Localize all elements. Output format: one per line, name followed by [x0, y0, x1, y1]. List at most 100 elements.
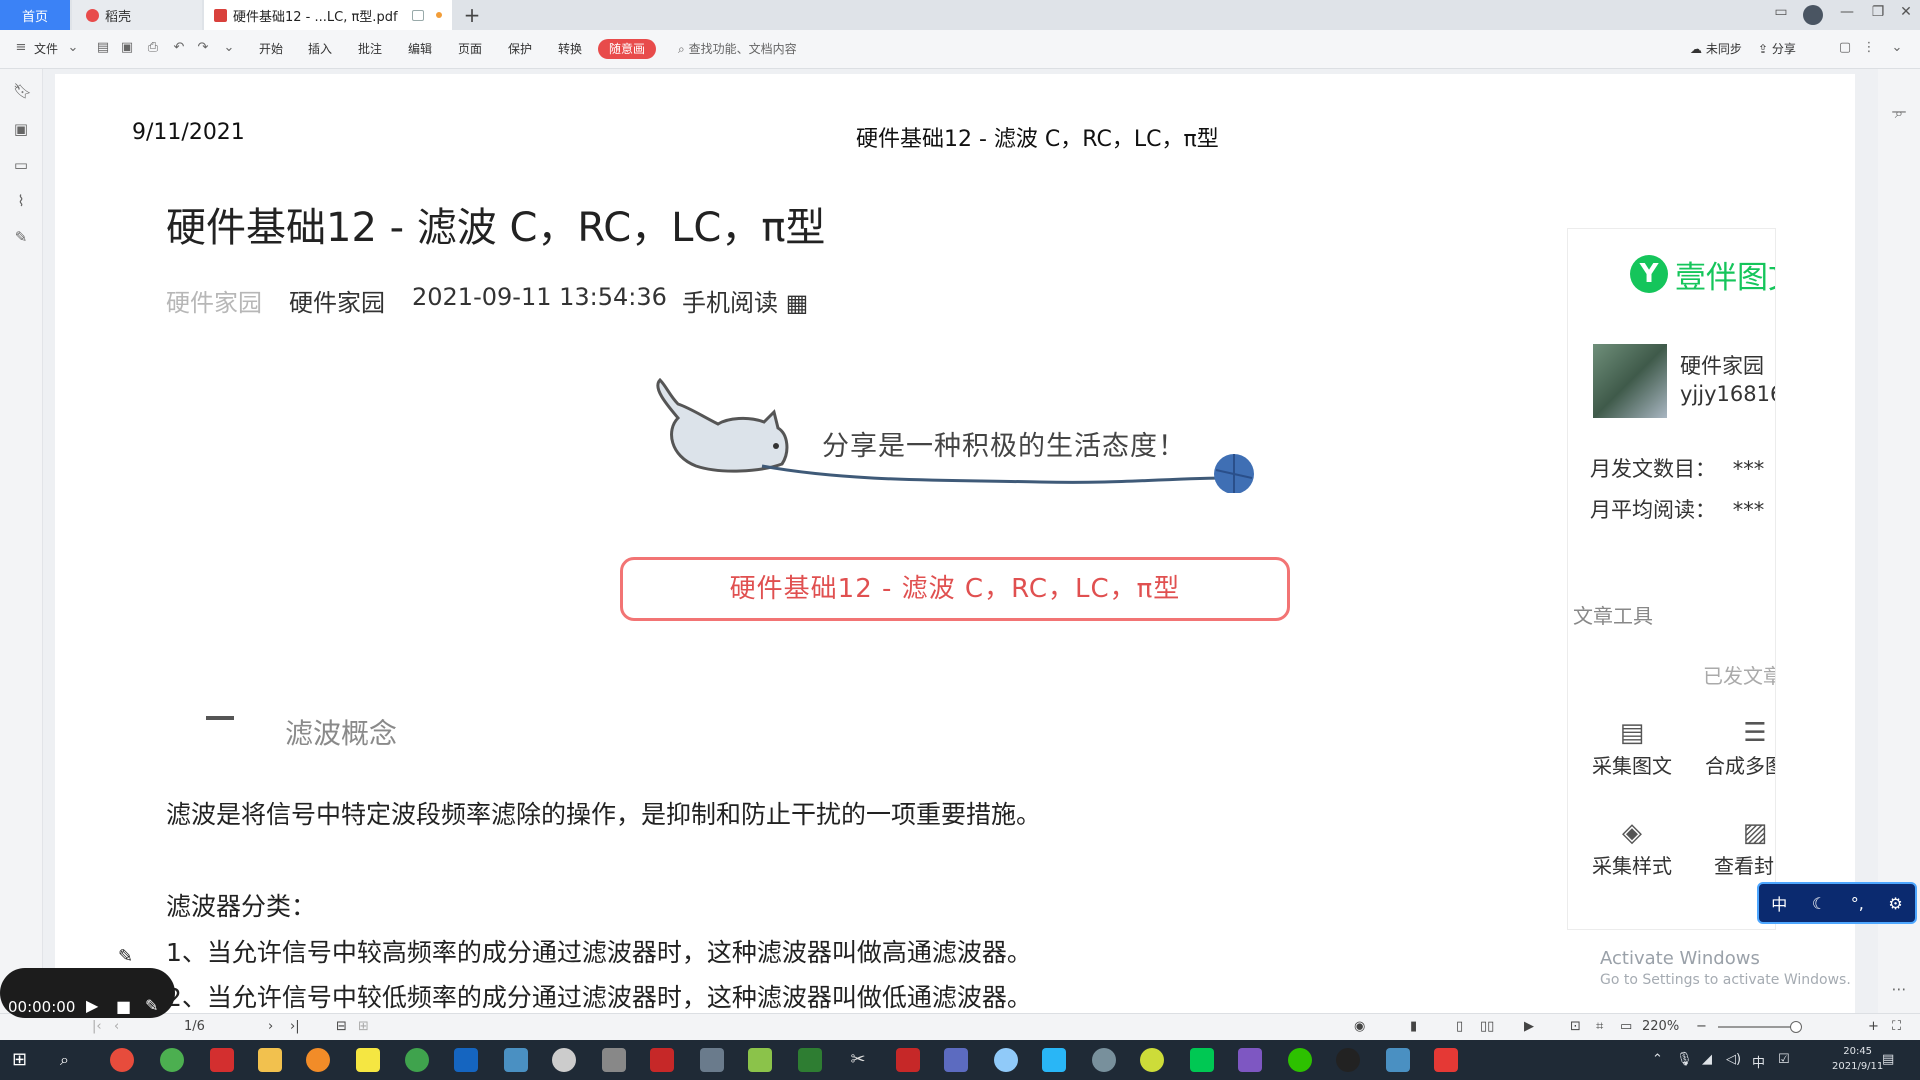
- menu-insert[interactable]: 插入: [308, 40, 332, 57]
- menu-annotate[interactable]: 批注: [358, 40, 382, 57]
- more-icon[interactable]: ⌄: [222, 41, 236, 55]
- search-app-icon[interactable]: [306, 1048, 330, 1072]
- menu-start[interactable]: 开始: [259, 40, 283, 57]
- search-icon[interactable]: ⌕: [60, 1048, 84, 1072]
- share-button[interactable]: ⇪ 分享: [1758, 40, 1796, 57]
- chevron-down-icon[interactable]: ⌄: [66, 41, 80, 55]
- save-icon[interactable]: ▣: [120, 41, 134, 55]
- tab-daoke[interactable]: 稻壳: [72, 0, 202, 30]
- redo-icon[interactable]: ↷: [196, 41, 210, 55]
- menu-page[interactable]: 页面: [458, 40, 482, 57]
- search-box[interactable]: ⌕ 查找功能、文档内容: [678, 40, 797, 57]
- app-green-icon[interactable]: [160, 1048, 184, 1072]
- qq-icon[interactable]: [1336, 1048, 1360, 1072]
- ime-toolbar[interactable]: 中 ☾ °, ⚙: [1757, 882, 1917, 924]
- comments-icon[interactable]: ▭: [13, 157, 29, 173]
- volume-icon[interactable]: ◁): [1726, 1052, 1741, 1067]
- menu-edit[interactable]: 编辑: [408, 40, 432, 57]
- next-page-icon[interactable]: ›: [268, 1019, 273, 1034]
- more-options-icon[interactable]: ⋮: [1862, 41, 1876, 55]
- close-button[interactable]: ✕: [1893, 4, 1919, 20]
- comment-icon[interactable]: ▢: [1838, 41, 1852, 55]
- sync-status[interactable]: ☁ 未同步: [1690, 40, 1742, 57]
- tab-home[interactable]: 首页: [0, 0, 70, 30]
- page-indicator[interactable]: 1/6: [184, 1019, 205, 1034]
- tray-chevron-icon[interactable]: ⌃: [1652, 1052, 1663, 1067]
- continuous-icon[interactable]: ▯: [1456, 1019, 1463, 1034]
- menu-icon[interactable]: ≡: [14, 41, 28, 55]
- layout-icon[interactable]: ▭: [1768, 4, 1794, 20]
- tool-collect-style[interactable]: ◈ 采集样式: [1587, 816, 1677, 879]
- signature-icon[interactable]: ✎: [13, 229, 29, 245]
- tool-collect-article[interactable]: ▤ 采集图文: [1587, 716, 1677, 779]
- user-avatar[interactable]: [1803, 5, 1823, 25]
- restore-button[interactable]: ❐: [1865, 4, 1891, 20]
- mx-icon[interactable]: [1042, 1048, 1066, 1072]
- chrome-icon[interactable]: [110, 1048, 134, 1072]
- scissors-icon[interactable]: ✂: [846, 1048, 870, 1072]
- file-menu[interactable]: 文件: [34, 40, 58, 57]
- undo-icon[interactable]: ↶: [172, 41, 186, 55]
- fit-page-icon[interactable]: ⊟: [336, 1019, 347, 1034]
- play-icon[interactable]: ▶: [1524, 1019, 1534, 1034]
- thumbnail-icon[interactable]: ▣: [13, 121, 29, 137]
- tool-icon[interactable]: [602, 1048, 626, 1072]
- file-explorer-icon[interactable]: [258, 1048, 282, 1072]
- new-tab-button[interactable]: +: [460, 3, 484, 27]
- pcb-icon[interactable]: [650, 1048, 674, 1072]
- fullscreen-icon[interactable]: ⛶: [1892, 1019, 1901, 1034]
- microphone-icon[interactable]: 🎙︎: [1676, 1052, 1693, 1067]
- bookmark-icon[interactable]: 🔖︎: [13, 83, 32, 99]
- meeting-icon[interactable]: [454, 1048, 478, 1072]
- collapse-icon[interactable]: ⌄: [1890, 41, 1904, 55]
- windows-start-icon[interactable]: ⊞: [12, 1048, 36, 1072]
- open-folder-icon[interactable]: ▤: [96, 41, 110, 55]
- two-page-icon[interactable]: ▯▯: [1480, 1019, 1494, 1034]
- network-icon[interactable]: ◢: [1702, 1052, 1712, 1067]
- menu-convert[interactable]: 转换: [558, 40, 582, 57]
- first-page-icon[interactable]: |‹: [92, 1019, 102, 1034]
- record-pen-icon[interactable]: ✎: [145, 996, 158, 1015]
- wps-icon[interactable]: [1434, 1048, 1458, 1072]
- locate-icon[interactable]: ⌕: [1891, 105, 1907, 121]
- print-icon[interactable]: ⎙: [146, 41, 160, 55]
- app-photo-icon[interactable]: [1386, 1048, 1410, 1072]
- zoom-level[interactable]: 220%: [1642, 1019, 1679, 1034]
- building-icon[interactable]: [944, 1048, 968, 1072]
- zoom-slider-handle[interactable]: [1790, 1021, 1802, 1033]
- crop-icon[interactable]: ⌗: [1596, 1019, 1603, 1034]
- tool-compose-multi[interactable]: ☰ 合成多图: [1700, 716, 1775, 779]
- sticky-notes-icon[interactable]: [356, 1048, 380, 1072]
- action-center-icon[interactable]: ▤: [1882, 1052, 1894, 1067]
- fit-width-icon[interactable]: ⊞: [358, 1019, 369, 1034]
- wechat-icon[interactable]: [1288, 1048, 1312, 1072]
- board-icon[interactable]: [748, 1048, 772, 1072]
- record-play-icon[interactable]: ▶: [86, 996, 98, 1015]
- record-stop-icon[interactable]: ■: [116, 997, 131, 1016]
- window-pin-icon[interactable]: [411, 9, 424, 21]
- mobile-read-link[interactable]: 手机阅读 ▦: [682, 283, 808, 318]
- tool-view-cover[interactable]: ▨ 查看封面: [1700, 816, 1775, 879]
- ime-mode[interactable]: 中: [1771, 891, 1787, 915]
- prev-page-icon[interactable]: ‹: [114, 1019, 119, 1034]
- taskbar-clock[interactable]: 20:45 2021/9/11: [1832, 1044, 1883, 1074]
- app-schematic-icon[interactable]: [700, 1048, 724, 1072]
- fit-icon[interactable]: ⊡: [1570, 1019, 1581, 1034]
- app-red-icon[interactable]: [210, 1048, 234, 1072]
- app-lime-icon[interactable]: [1140, 1048, 1164, 1072]
- sent-articles-label[interactable]: 已发文章: [1703, 664, 1775, 688]
- settings-icon[interactable]: ⚙: [1888, 894, 1902, 913]
- punctuation-icon[interactable]: °,: [1851, 894, 1864, 913]
- visual-studio-icon[interactable]: [1238, 1048, 1262, 1072]
- settings-app-icon[interactable]: [1092, 1048, 1116, 1072]
- globe-icon[interactable]: [994, 1048, 1018, 1072]
- single-page-icon[interactable]: ▮: [1410, 1019, 1417, 1034]
- app-blue-icon[interactable]: [504, 1048, 528, 1072]
- zoom-slider[interactable]: [1718, 1026, 1794, 1028]
- iqiyi-icon[interactable]: [1190, 1048, 1214, 1072]
- eye-protect-icon[interactable]: ◉: [1354, 1019, 1365, 1034]
- browser-icon[interactable]: [405, 1048, 429, 1072]
- zoom-in-button[interactable]: +: [1868, 1019, 1879, 1034]
- ime-indicator[interactable]: 中: [1752, 1052, 1765, 1071]
- menu-protect[interactable]: 保护: [508, 40, 532, 57]
